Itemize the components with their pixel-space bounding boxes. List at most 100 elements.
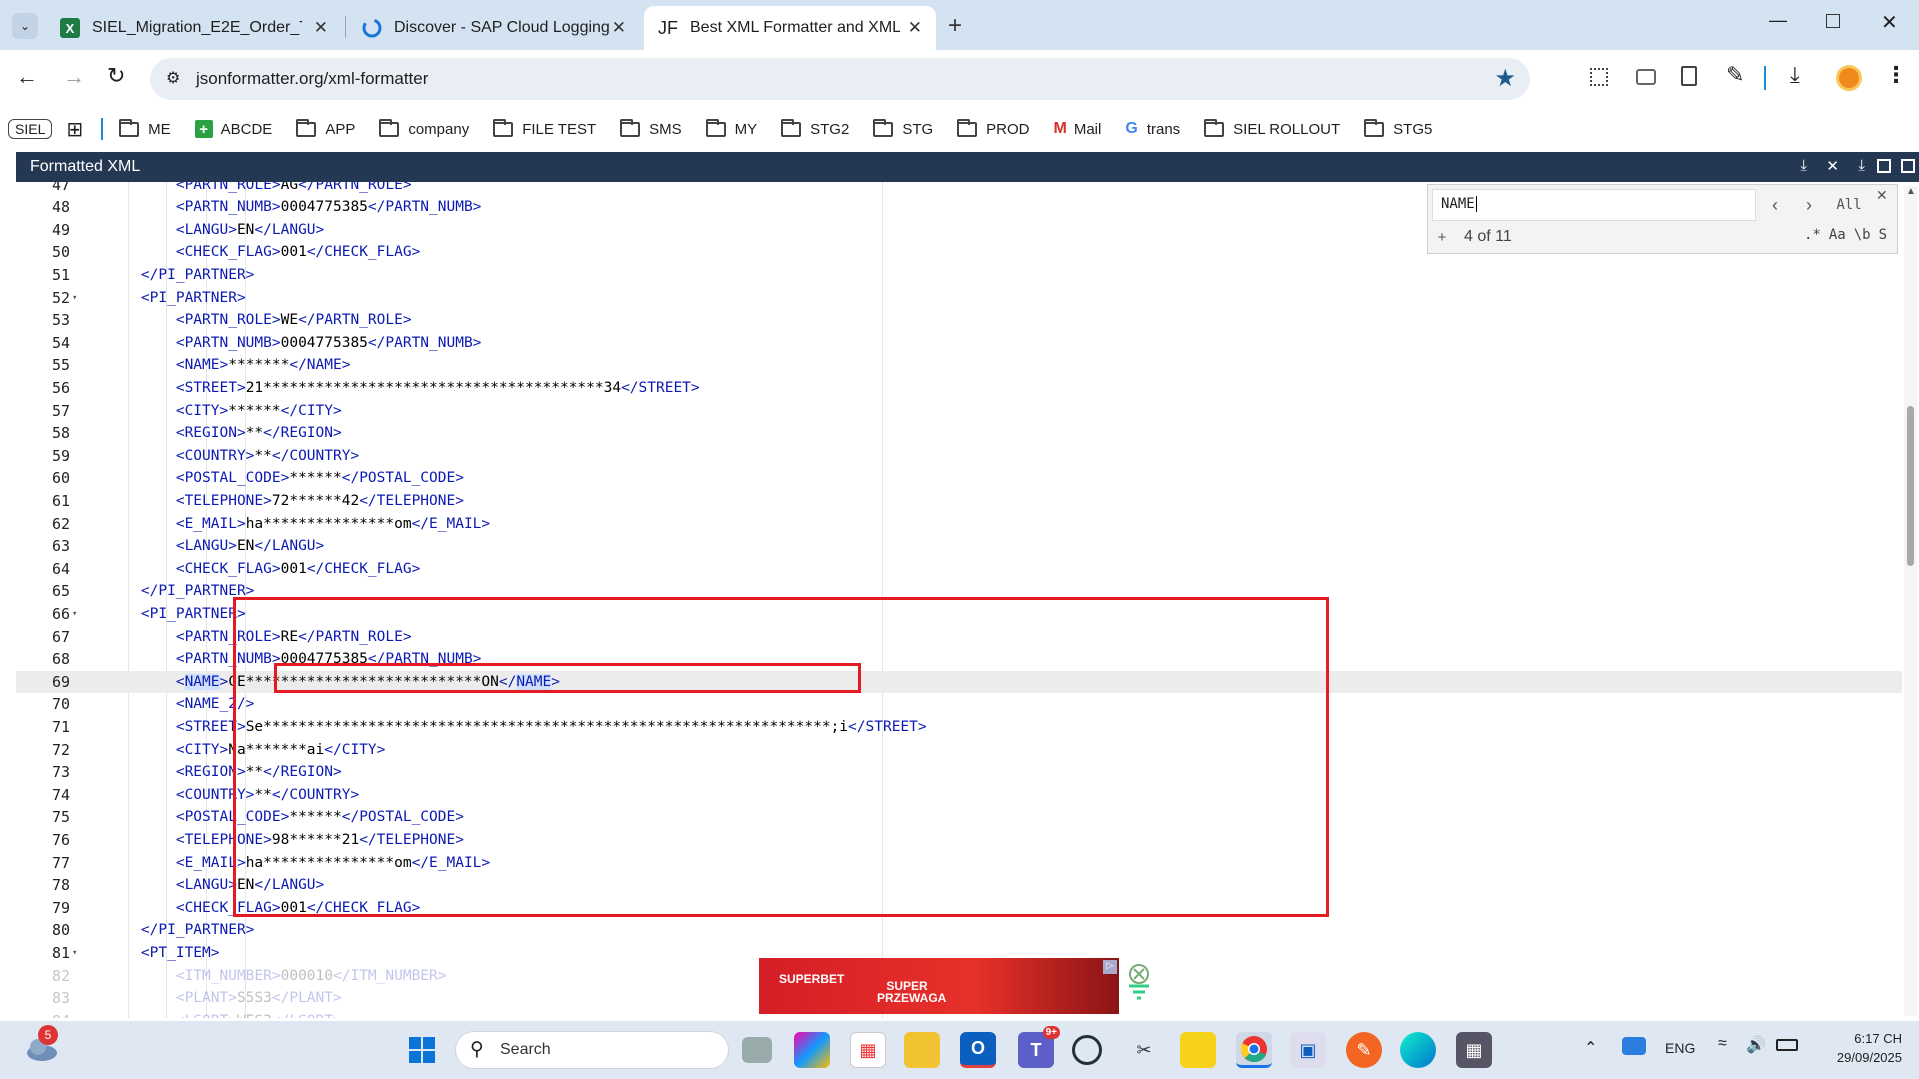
find-previous-icon[interactable]: ‹ (1759, 189, 1791, 221)
toggle-replace-button[interactable]: + (1432, 225, 1452, 249)
tab-search-chevron-icon[interactable]: ⌄ (12, 13, 38, 39)
forward-icon[interactable]: → (63, 64, 85, 90)
ad-close-icon[interactable] (1121, 960, 1157, 1004)
bookmark-sms[interactable]: SMS (620, 118, 682, 138)
code-line[interactable]: 56 <STREET>21***************************… (16, 377, 1902, 400)
extensions-puzzle-icon[interactable]: ✎ (1726, 62, 1744, 88)
regex-toggle[interactable]: .* (1804, 227, 1821, 243)
bookmark-company[interactable]: company (379, 118, 469, 138)
screenshot-icon[interactable] (1636, 69, 1656, 85)
find-close-icon[interactable]: ✕ (1876, 187, 1888, 204)
network-vpn-icon[interactable] (1622, 1037, 1646, 1055)
bookmark-me[interactable]: ME (119, 118, 171, 138)
code-line[interactable]: 54 <PARTN_NUMB>0004775385</PARTN_NUMB> (16, 332, 1902, 355)
bookmark-app[interactable]: APP (296, 118, 355, 138)
editor-scrollbar[interactable]: ▲ (1904, 186, 1917, 1016)
language-indicator[interactable]: ENG (1665, 1040, 1695, 1056)
snipping-tool-icon[interactable]: ✂ (1126, 1032, 1162, 1068)
calculator-icon[interactable]: ▦ (1456, 1032, 1492, 1068)
sticky-notes-icon[interactable] (1180, 1032, 1216, 1068)
minimize-icon[interactable]: — (1769, 10, 1787, 31)
find-all-button[interactable]: All (1829, 189, 1869, 221)
code-line[interactable]: 52 ▾ <PI_PARTNER> (16, 287, 1902, 310)
store-icon[interactable]: ▦ (850, 1032, 886, 1068)
find-input[interactable]: NAME (1432, 189, 1756, 221)
address-bar[interactable]: ⚙ jsonformatter.org/xml-formatter ★ (150, 58, 1530, 100)
bookmark-my[interactable]: MY (705, 118, 757, 138)
close-window-icon[interactable]: ✕ (1881, 10, 1898, 35)
menu-kebab-icon[interactable]: ⋮ (1885, 62, 1907, 88)
chrome-icon[interactable] (1236, 1032, 1272, 1068)
task-view-icon[interactable] (742, 1037, 772, 1063)
whole-word-toggle[interactable]: \b (1854, 227, 1871, 243)
volume-icon[interactable]: 🔊 (1746, 1035, 1766, 1055)
fullscreen-icon[interactable] (1901, 159, 1915, 173)
download-icon[interactable]: ⤓ (1790, 62, 1800, 88)
code-line[interactable]: 63 <LANGU>EN</LANGU> (16, 535, 1902, 558)
ad-banner[interactable]: SUPERBET SUPER PRZEWAGA ▷ (759, 958, 1119, 1014)
file-explorer-icon[interactable] (904, 1032, 940, 1068)
code-line[interactable]: 53 <PARTN_ROLE>WE</PARTN_ROLE> (16, 309, 1902, 332)
code-line[interactable]: 59 <COUNTRY>**</COUNTRY> (16, 445, 1902, 468)
remote-desktop-icon[interactable]: ▣ (1290, 1032, 1326, 1068)
fold-toggle-icon[interactable]: ▾ (72, 287, 77, 310)
bookmark-stg5[interactable]: STG5 (1364, 118, 1432, 138)
tab-sap-cloud-logging[interactable]: Discover - SAP Cloud Logging ✕ (348, 6, 640, 50)
back-icon[interactable]: ← (16, 64, 38, 90)
code-line[interactable]: 62 <E_MAIL>ha***************om</E_MAIL> (16, 513, 1902, 536)
case-sensitive-toggle[interactable]: Aa (1829, 227, 1846, 243)
site-settings-icon[interactable]: ⚙ (166, 68, 180, 88)
find-next-icon[interactable]: › (1793, 189, 1825, 221)
new-tab-button[interactable]: + (948, 12, 962, 40)
code-line[interactable]: 64 <CHECK_FLAG>001</CHECK_FLAG> (16, 558, 1902, 581)
fold-toggle-icon[interactable]: ▾ (72, 942, 77, 965)
profile-avatar[interactable] (1836, 65, 1862, 91)
copilot-icon[interactable] (794, 1032, 830, 1068)
taskbar-search-box[interactable]: ⚲ Search (455, 1031, 729, 1069)
bookmark-stg2[interactable]: STG2 (781, 118, 849, 138)
collapse-icon[interactable]: ⤓ (1800, 157, 1807, 174)
edge-icon[interactable] (1400, 1032, 1436, 1068)
teams-icon[interactable]: T 9+ (1018, 1026, 1060, 1068)
bookmark-file-test[interactable]: FILE TEST (493, 118, 596, 138)
outlook-icon[interactable]: O (960, 1032, 996, 1068)
extension-icon[interactable] (1681, 66, 1697, 86)
search-in-selection-toggle[interactable]: S (1879, 227, 1887, 243)
bookmark-star-icon[interactable]: ★ (1494, 64, 1516, 93)
code-line[interactable]: 57 <CITY>******</CITY> (16, 400, 1902, 423)
ad-info-icon[interactable]: ▷ (1103, 960, 1117, 974)
show-hidden-icons-chevron[interactable]: ⌃ (1584, 1038, 1597, 1058)
weather-icon[interactable]: 5 (24, 1025, 60, 1063)
code-line[interactable]: 51 </PI_PARTNER> (16, 264, 1902, 287)
profile-label[interactable]: SIEL (8, 119, 53, 139)
tab-excel[interactable]: X SIEL_Migration_E2E_Order_Tran ✕ (46, 6, 342, 50)
close-tab-icon[interactable]: ✕ (314, 18, 328, 38)
bookmark-trans[interactable]: Gtrans (1125, 120, 1180, 138)
code-line[interactable]: 55 <NAME>*******</NAME> (16, 354, 1902, 377)
bookmark-stg[interactable]: STG (873, 118, 933, 138)
restore-icon[interactable] (1826, 14, 1840, 28)
tab-xml-formatter[interactable]: JF Best XML Formatter and XML B ✕ (644, 6, 936, 50)
start-windows-icon[interactable] (404, 1032, 440, 1068)
copy-icon[interactable] (1877, 159, 1891, 173)
reload-icon[interactable]: ↻ (107, 63, 125, 89)
bookmark-mail[interactable]: M Mail (1054, 120, 1102, 138)
pen-app-icon[interactable]: ✎ (1346, 1032, 1382, 1068)
code-line[interactable]: 60 <POSTAL_CODE>******</POSTAL_CODE> (16, 467, 1902, 490)
fold-toggle-icon[interactable]: ▾ (72, 603, 77, 626)
bookmark-abcde[interactable]: + ABCDE (194, 120, 272, 138)
apps-grid-icon[interactable]: ⊞ (66, 117, 83, 142)
clear-icon[interactable]: ✕ (1826, 157, 1839, 175)
scrollbar-thumb[interactable] (1907, 406, 1914, 566)
clock-app-icon[interactable] (1072, 1035, 1102, 1065)
clock-area[interactable]: 6:17 CH 29/09/2025 (1818, 1029, 1902, 1067)
bookmark-siel-rollout[interactable]: SIEL ROLLOUT (1204, 118, 1340, 138)
code-line[interactable]: 61 <TELEPHONE>72******42</TELEPHONE> (16, 490, 1902, 513)
bookmark-prod[interactable]: PROD (957, 118, 1030, 138)
battery-icon[interactable] (1776, 1039, 1798, 1051)
code-line[interactable]: 80 </PI_PARTNER> (16, 919, 1902, 942)
close-tab-icon[interactable]: ✕ (908, 18, 922, 38)
close-tab-icon[interactable]: ✕ (612, 18, 626, 38)
wifi-icon[interactable]: ≈ (1718, 1035, 1727, 1053)
download-icon[interactable]: ⤓ (1858, 157, 1865, 174)
